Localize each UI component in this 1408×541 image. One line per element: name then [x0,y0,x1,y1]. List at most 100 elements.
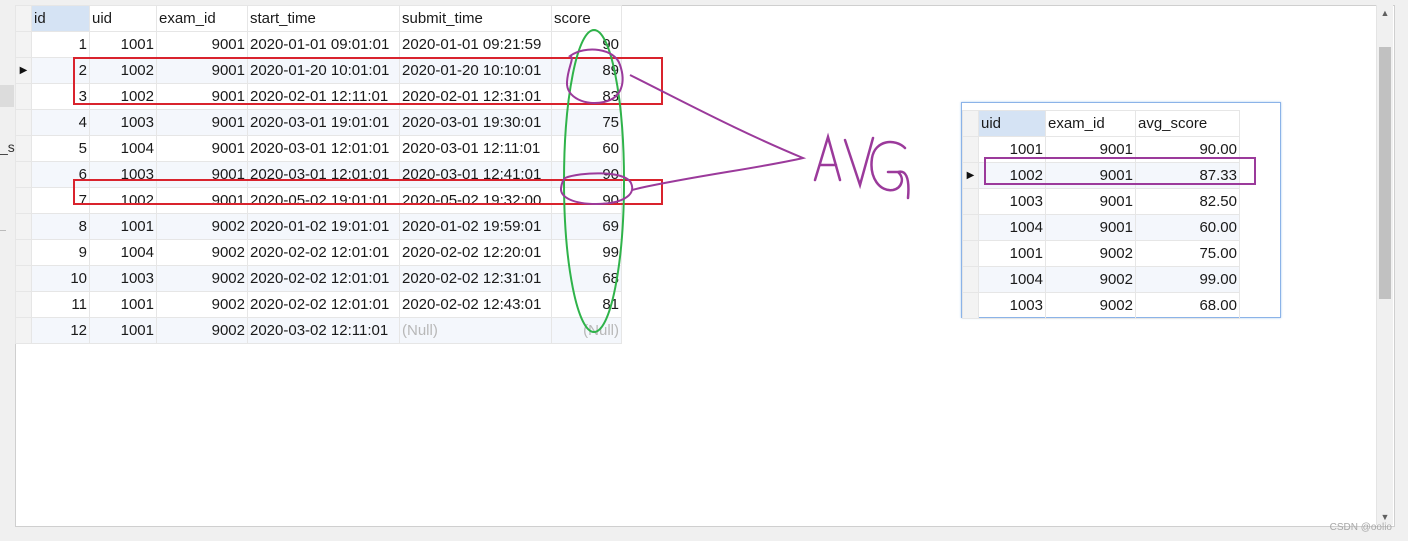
cell-uid[interactable]: 1003 [89,161,157,188]
cell-uid[interactable]: 1003 [89,109,157,136]
table-row[interactable]: 1003 9001 82.50 [962,188,1240,215]
cell-id[interactable]: 7 [31,187,90,214]
cell-avg-score[interactable]: 82.50 [1135,188,1240,215]
cell-score[interactable]: 83 [551,83,622,110]
cell-exam-id[interactable]: 9001 [1045,188,1136,215]
cell-uid[interactable]: 1003 [89,265,157,292]
cell-uid[interactable]: 1002 [89,187,157,214]
row-gutter[interactable] [962,240,979,267]
cell-score[interactable]: 68 [551,265,622,292]
cell-uid[interactable]: 1004 [978,266,1046,293]
cell-start-time[interactable]: 2020-03-02 12:11:01 [247,317,400,344]
cell-score[interactable]: 89 [551,57,622,84]
cell-id[interactable]: 9 [31,239,90,266]
cell-score[interactable]: 69 [551,213,622,240]
cell-id[interactable]: 11 [31,291,90,318]
row-gutter[interactable] [15,161,32,188]
cell-uid[interactable]: 1001 [89,291,157,318]
column-header-exam-id[interactable]: exam_id [156,5,248,32]
cell-exam-id[interactable]: 9002 [1045,292,1136,319]
cell-uid[interactable]: 1002 [978,162,1046,189]
table-row[interactable]: 1004 9001 60.00 [962,214,1240,241]
cell-exam-id[interactable]: 9001 [156,57,248,84]
column-header-uid[interactable]: uid [978,110,1046,137]
cell-submit-time[interactable]: 2020-02-02 12:43:01 [399,291,552,318]
cell-id[interactable]: 5 [31,135,90,162]
vertical-scrollbar[interactable]: ▲ ▼ [1376,5,1393,525]
cell-submit-time[interactable]: 2020-01-20 10:10:01 [399,57,552,84]
cell-submit-time[interactable]: 2020-02-02 12:31:01 [399,265,552,292]
table-row[interactable]: 1003 9002 68.00 [962,292,1240,319]
cell-score[interactable]: 90 [551,187,622,214]
cell-exam-id[interactable]: 9002 [156,291,248,318]
table-row[interactable]: ▶ 1002 9001 87.33 [962,162,1240,189]
cell-uid[interactable]: 1001 [978,240,1046,267]
row-gutter[interactable] [15,265,32,292]
row-gutter[interactable] [15,317,32,344]
row-gutter[interactable] [962,136,979,163]
cell-uid[interactable]: 1002 [89,83,157,110]
cell-id[interactable]: 3 [31,83,90,110]
table-row[interactable]: 5 1004 9001 2020-03-01 12:01:01 2020-03-01 1… [15,135,622,162]
table-row[interactable]: 8 1001 9002 2020-01-02 19:01:01 2020-01-02 1… [15,213,622,240]
current-row-indicator-icon[interactable]: ▶ [15,57,32,84]
cell-avg-score[interactable]: 99.00 [1135,266,1240,293]
cell-exam-id[interactable]: 9002 [156,265,248,292]
table-row[interactable]: 1 1001 9001 2020-01-01 09:01:01 2020-01-01 0… [15,31,622,58]
table-row[interactable]: 3 1002 9001 2020-02-01 12:11:01 2020-02-01 1… [15,83,622,110]
scrollbar-thumb[interactable] [1379,47,1391,299]
cell-exam-id[interactable]: 9001 [156,109,248,136]
table-row[interactable]: 1001 9002 75.00 [962,240,1240,267]
cell-exam-id[interactable]: 9002 [1045,240,1136,267]
cell-id[interactable]: 2 [31,57,90,84]
row-gutter[interactable] [962,292,979,319]
cell-exam-id[interactable]: 9002 [1045,266,1136,293]
table-row[interactable]: 11 1001 9002 2020-02-02 12:01:01 2020-02-02 … [15,291,622,318]
row-gutter[interactable] [15,135,32,162]
cell-id[interactable]: 8 [31,213,90,240]
cell-avg-score[interactable]: 60.00 [1135,214,1240,241]
table-row[interactable]: 1001 9001 90.00 [962,136,1240,163]
cell-score[interactable]: (Null) [551,317,622,344]
cell-uid[interactable]: 1004 [89,135,157,162]
cell-exam-id[interactable]: 9001 [156,187,248,214]
cell-avg-score[interactable]: 68.00 [1135,292,1240,319]
cell-avg-score[interactable]: 75.00 [1135,240,1240,267]
cell-avg-score[interactable]: 87.33 [1135,162,1240,189]
cell-uid[interactable]: 1003 [978,188,1046,215]
cell-id[interactable]: 12 [31,317,90,344]
row-gutter[interactable] [962,266,979,293]
cell-exam-id[interactable]: 9001 [1045,214,1136,241]
column-header-score[interactable]: score [551,5,622,32]
cell-exam-id[interactable]: 9001 [156,135,248,162]
cell-start-time[interactable]: 2020-02-02 12:01:01 [247,239,400,266]
table-row[interactable]: 7 1002 9001 2020-05-02 19:01:01 2020-05-02 1… [15,187,622,214]
column-header-uid[interactable]: uid [89,5,157,32]
column-header-start-time[interactable]: start_time [247,5,400,32]
column-header-id[interactable]: id [31,5,90,32]
cell-submit-time[interactable]: 2020-01-02 19:59:01 [399,213,552,240]
cell-start-time[interactable]: 2020-03-01 19:01:01 [247,109,400,136]
cell-submit-time[interactable]: (Null) [399,317,552,344]
cell-uid[interactable]: 1001 [89,31,157,58]
cell-exam-id[interactable]: 9001 [156,31,248,58]
cell-uid[interactable]: 1003 [978,292,1046,319]
cell-submit-time[interactable]: 2020-02-02 12:20:01 [399,239,552,266]
cell-start-time[interactable]: 2020-02-02 12:01:01 [247,291,400,318]
cell-exam-id[interactable]: 9002 [156,213,248,240]
cell-score[interactable]: 99 [551,239,622,266]
row-gutter[interactable] [15,239,32,266]
cell-score[interactable]: 90 [551,31,622,58]
row-gutter[interactable] [15,187,32,214]
column-header-avg-score[interactable]: avg_score [1135,110,1240,137]
cell-uid[interactable]: 1001 [89,317,157,344]
cell-id[interactable]: 1 [31,31,90,58]
table-row[interactable]: 12 1001 9002 2020-03-02 12:11:01 (Null) (Null… [15,317,622,344]
cell-id[interactable]: 4 [31,109,90,136]
cell-uid[interactable]: 1001 [978,136,1046,163]
cell-start-time[interactable]: 2020-02-02 12:01:01 [247,265,400,292]
cell-start-time[interactable]: 2020-03-01 12:01:01 [247,161,400,188]
cell-exam-id[interactable]: 9002 [156,317,248,344]
table-row[interactable]: 1004 9002 99.00 [962,266,1240,293]
table-row[interactable]: 9 1004 9002 2020-02-02 12:01:01 2020-02-02 1… [15,239,622,266]
